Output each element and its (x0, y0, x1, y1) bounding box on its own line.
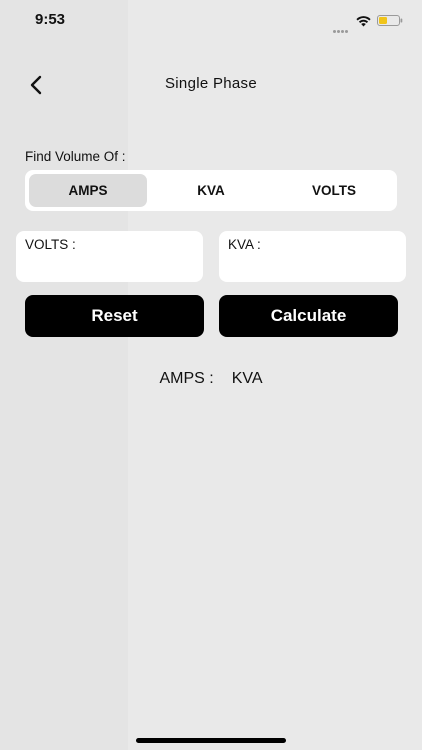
segment-kva[interactable]: KVA (152, 174, 270, 207)
kva-input-label: KVA : (228, 237, 261, 252)
segment-amps[interactable]: AMPS (29, 174, 147, 207)
segment-volts[interactable]: VOLTS (275, 174, 393, 207)
nav-header: Single Phase (0, 62, 422, 106)
calculate-button[interactable]: Calculate (219, 295, 398, 337)
result-value: KVA (231, 370, 263, 387)
chevron-left-icon (30, 75, 42, 95)
status-time: 9:53 (35, 11, 66, 28)
status-bar: 9:53 (0, 0, 422, 42)
unit-segmented-control: AMPS KVA VOLTS (25, 170, 397, 211)
volts-input[interactable]: VOLTS : (16, 231, 203, 282)
page-title: Single Phase (165, 75, 257, 92)
find-volume-label: Find Volume Of : (25, 149, 126, 164)
volts-input-label: VOLTS : (25, 237, 76, 252)
app-screen: 9:53 Single Phase Find Volume Of : AMPS … (0, 0, 422, 750)
signal-dots-icon (333, 20, 351, 33)
reset-button[interactable]: Reset (25, 295, 204, 337)
result-label: AMPS : (159, 370, 214, 387)
result-display: AMPS : KVA (0, 370, 422, 388)
back-button[interactable] (24, 72, 50, 98)
home-indicator[interactable] (136, 738, 286, 743)
kva-input[interactable]: KVA : (219, 231, 406, 282)
battery-icon (377, 15, 403, 26)
wifi-icon (356, 16, 371, 27)
